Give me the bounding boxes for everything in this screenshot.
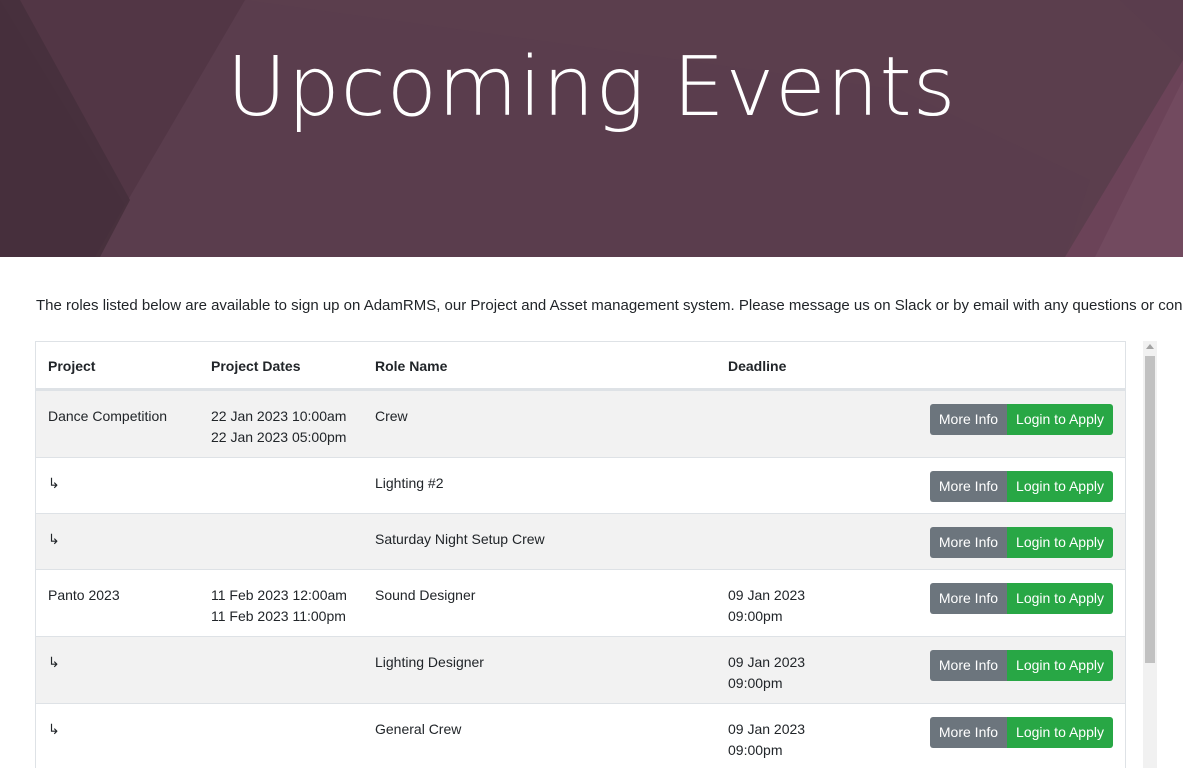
more-info-button[interactable]: More Info (929, 717, 1008, 748)
more-info-button[interactable]: More Info (929, 471, 1008, 502)
login-to-apply-button[interactable]: Login to Apply (1007, 650, 1113, 681)
table-row: ↳ Lighting #2 More Info Login to Apply (36, 457, 1125, 513)
table-row: ↳ Saturday Night Setup Crew More Info Lo… (36, 513, 1125, 569)
sub-row-arrow: ↳ (48, 531, 60, 547)
header-project: Project (48, 358, 96, 374)
row-actions: More Info Login to Apply (929, 527, 1113, 558)
role-name: Saturday Night Setup Crew (375, 531, 545, 547)
deadline: 09 Jan 2023 09:00pm (728, 721, 806, 758)
role-name: Sound Designer (375, 587, 476, 603)
row-actions: More Info Login to Apply (929, 583, 1113, 614)
more-info-button[interactable]: More Info (929, 527, 1008, 558)
sub-row-arrow: ↳ (48, 475, 60, 491)
deadline: 09 Jan 2023 09:00pm (728, 654, 806, 691)
role-name: Lighting Designer (375, 654, 484, 670)
more-info-button[interactable]: More Info (929, 650, 1008, 681)
header-project-dates: Project Dates (211, 358, 301, 374)
row-actions: More Info Login to Apply (929, 650, 1113, 681)
header-deadline: Deadline (728, 358, 787, 374)
table-row: Dance Competition 22 Jan 2023 10:00am 22 … (36, 390, 1125, 457)
header-role-name: Role Name (375, 358, 448, 374)
row-actions: More Info Login to Apply (929, 404, 1113, 435)
project-name: Panto 2023 (48, 587, 120, 603)
project-name: Dance Competition (48, 408, 168, 424)
more-info-button[interactable]: More Info (929, 404, 1008, 435)
role-name: Lighting #2 (375, 475, 444, 491)
scroll-thumb[interactable] (1145, 356, 1155, 663)
sub-row-arrow: ↳ (48, 721, 60, 737)
login-to-apply-button[interactable]: Login to Apply (1007, 717, 1113, 748)
more-info-button[interactable]: More Info (929, 583, 1008, 614)
project-dates: 22 Jan 2023 10:00am 22 Jan 2023 05:00pm (211, 408, 347, 445)
row-actions: More Info Login to Apply (929, 471, 1113, 502)
hero-banner: Upcoming Events (0, 0, 1183, 257)
deadline: 09 Jan 2023 09:00pm (728, 587, 806, 624)
role-name: Crew (375, 408, 408, 424)
role-name: General Crew (375, 721, 462, 737)
page-title: Upcoming Events (226, 40, 957, 135)
scroll-up-arrow-icon[interactable] (1146, 344, 1154, 349)
table-scrollbar[interactable] (1143, 341, 1157, 768)
table-row: ↳ Lighting Designer 09 Jan 2023 09:00pm M… (36, 636, 1125, 703)
login-to-apply-button[interactable]: Login to Apply (1007, 404, 1113, 435)
intro-text: The roles listed below are available to … (36, 297, 1183, 314)
sub-row-arrow: ↳ (48, 654, 60, 670)
login-to-apply-button[interactable]: Login to Apply (1007, 471, 1113, 502)
login-to-apply-button[interactable]: Login to Apply (1007, 527, 1113, 558)
project-dates: 11 Feb 2023 12:00am 11 Feb 2023 11:00pm (211, 587, 347, 624)
table-row: Panto 2023 11 Feb 2023 12:00am 11 Feb 202… (36, 569, 1125, 636)
row-actions: More Info Login to Apply (929, 717, 1113, 748)
table-row: ↳ General Crew 09 Jan 2023 09:00pm More I… (36, 703, 1125, 768)
roles-table: Project Project Dates Role Name Deadline… (35, 341, 1126, 768)
login-to-apply-button[interactable]: Login to Apply (1007, 583, 1113, 614)
table-header: Project Project Dates Role Name Deadline (36, 342, 1125, 390)
